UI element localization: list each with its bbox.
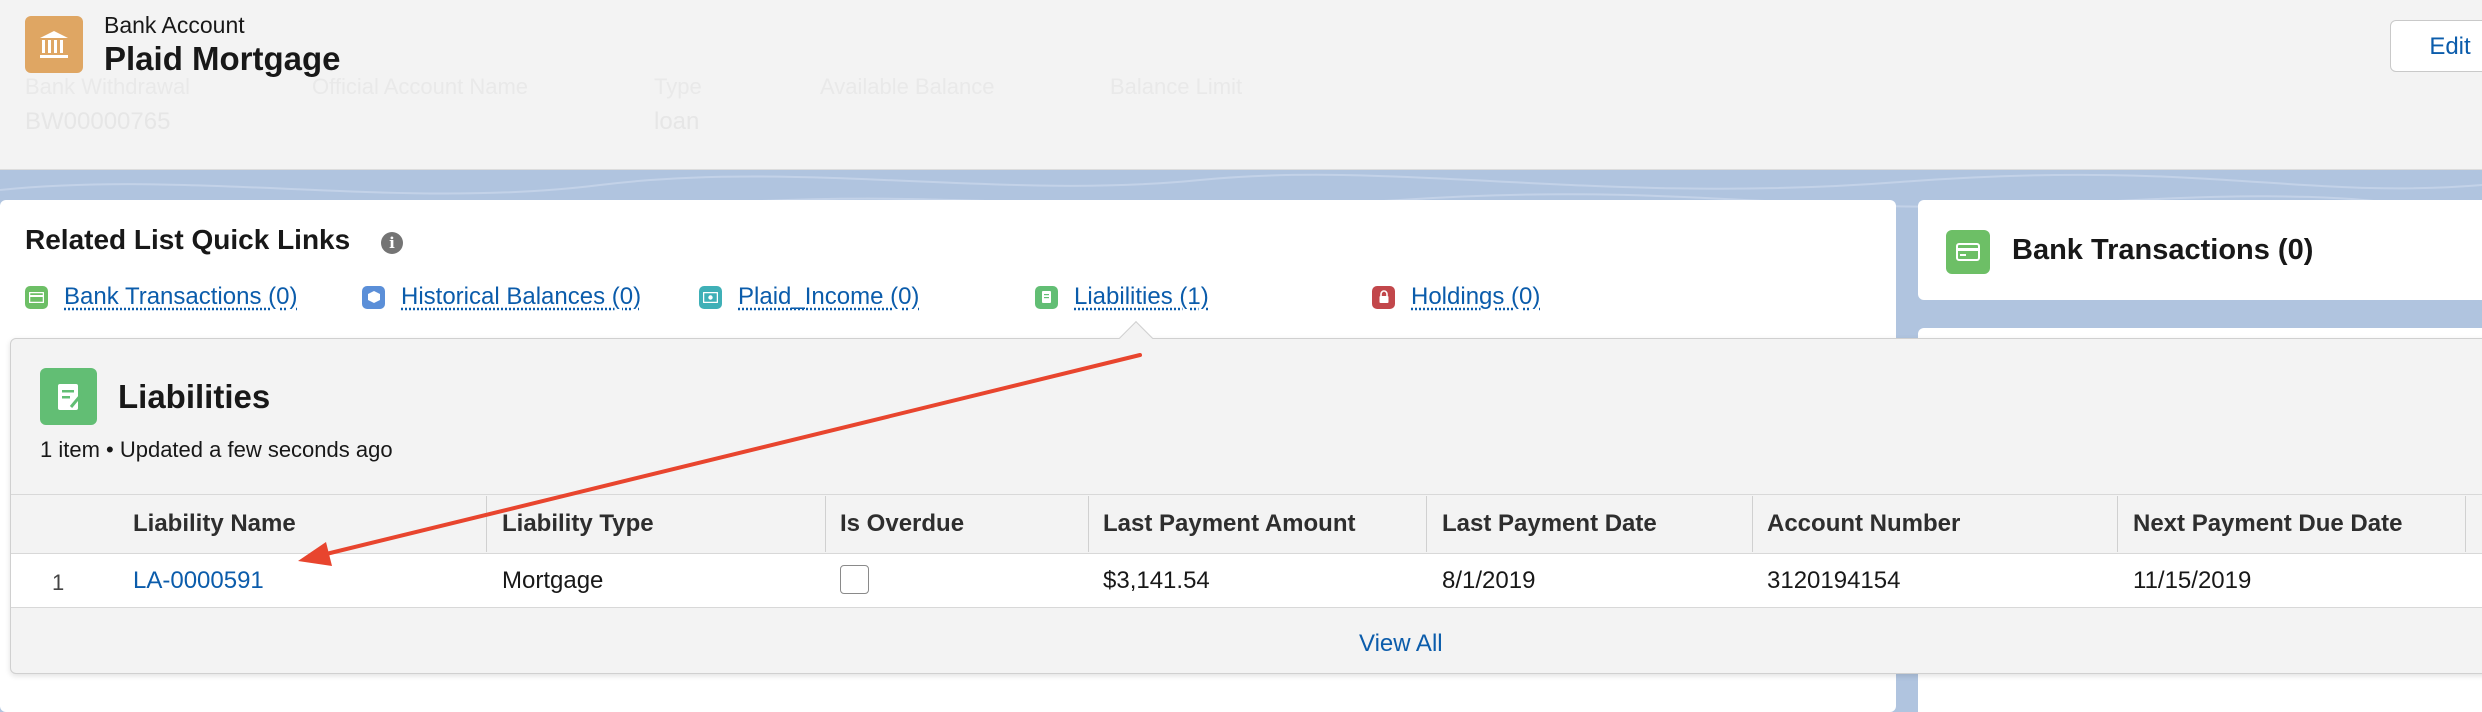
quick-link-label: Holdings (0) xyxy=(1411,283,1540,311)
column-header-is-overdue[interactable]: Is Overdue xyxy=(840,510,964,538)
next-payment-due-date-cell: 11/15/2019 xyxy=(2133,567,2251,595)
highlight-field-label: Available Balance xyxy=(820,74,995,100)
popover-title[interactable]: Liabilities xyxy=(118,378,270,416)
highlight-field-label: Bank Withdrawal xyxy=(25,74,190,100)
liability-name-link[interactable]: LA-0000591 xyxy=(133,567,264,595)
column-header-last-payment-amount[interactable]: Last Payment Amount xyxy=(1103,510,1355,538)
popover-subtitle: 1 item • Updated a few seconds ago xyxy=(40,437,393,463)
row-number: 1 xyxy=(52,570,64,596)
liabilities-icon xyxy=(40,368,97,425)
highlight-field-label: Balance Limit xyxy=(1110,74,1242,100)
column-divider[interactable] xyxy=(1426,496,1427,552)
view-all-link[interactable]: View All xyxy=(1359,630,1443,658)
column-header-liability-name[interactable]: Liability Name xyxy=(133,510,296,538)
last-payment-date-cell: 8/1/2019 xyxy=(1442,567,1535,595)
info-icon[interactable]: i xyxy=(381,232,403,254)
holdings-icon xyxy=(1372,286,1395,309)
quick-links-title: Related List Quick Links xyxy=(25,224,350,256)
bank-transactions-icon xyxy=(1946,230,1990,274)
column-divider[interactable] xyxy=(486,496,487,552)
account-number-cell: 3120194154 xyxy=(1767,567,1900,595)
liabilities-icon xyxy=(1035,286,1058,309)
column-divider[interactable] xyxy=(2117,496,2118,552)
column-divider[interactable] xyxy=(825,496,826,552)
quick-link-historical-balances[interactable]: Historical Balances (0) xyxy=(362,283,641,311)
table-row xyxy=(11,554,2482,608)
plaid-income-icon xyxy=(699,286,722,309)
quick-link-bank-transactions[interactable]: Bank Transactions (0) xyxy=(25,283,297,311)
column-divider[interactable] xyxy=(1752,496,1753,552)
highlight-field-label: Official Account Name xyxy=(312,74,528,100)
column-divider[interactable] xyxy=(2465,496,2466,552)
edit-button[interactable]: Edit xyxy=(2390,20,2482,72)
record-header: Bank Account Plaid Mortgage Edit Bank Wi… xyxy=(0,0,2482,170)
bank-transactions-icon xyxy=(25,286,48,309)
record-name: Plaid Mortgage xyxy=(104,40,341,78)
highlight-field-value: BW00000765 xyxy=(25,108,170,136)
is-overdue-checkbox xyxy=(840,565,869,594)
liability-type-cell: Mortgage xyxy=(502,567,603,595)
column-header-next-payment-due-date[interactable]: Next Payment Due Date xyxy=(2133,510,2402,538)
quick-link-plaid-income[interactable]: Plaid_Income (0) xyxy=(699,283,919,311)
quick-link-label: Plaid_Income (0) xyxy=(738,283,919,311)
quick-link-liabilities[interactable]: Liabilities (1) xyxy=(1035,283,1209,311)
column-header-liability-type[interactable]: Liability Type xyxy=(502,510,654,538)
highlight-field-value: loan xyxy=(654,108,699,136)
bank-icon xyxy=(25,16,83,73)
highlight-field-label: Type xyxy=(654,74,702,100)
object-type-label: Bank Account xyxy=(104,12,245,39)
column-header-account-number[interactable]: Account Number xyxy=(1767,510,1960,538)
column-divider[interactable] xyxy=(1088,496,1089,552)
quick-link-label: Historical Balances (0) xyxy=(401,283,641,311)
quick-link-holdings[interactable]: Holdings (0) xyxy=(1372,283,1540,311)
column-header-last-payment-date[interactable]: Last Payment Date xyxy=(1442,510,1657,538)
bank-transactions-card-title[interactable]: Bank Transactions (0) xyxy=(2012,234,2313,267)
historical-balances-icon xyxy=(362,286,385,309)
last-payment-amount-cell: $3,141.54 xyxy=(1103,567,1210,595)
quick-link-label: Bank Transactions (0) xyxy=(64,283,297,311)
quick-link-label: Liabilities (1) xyxy=(1074,283,1209,311)
